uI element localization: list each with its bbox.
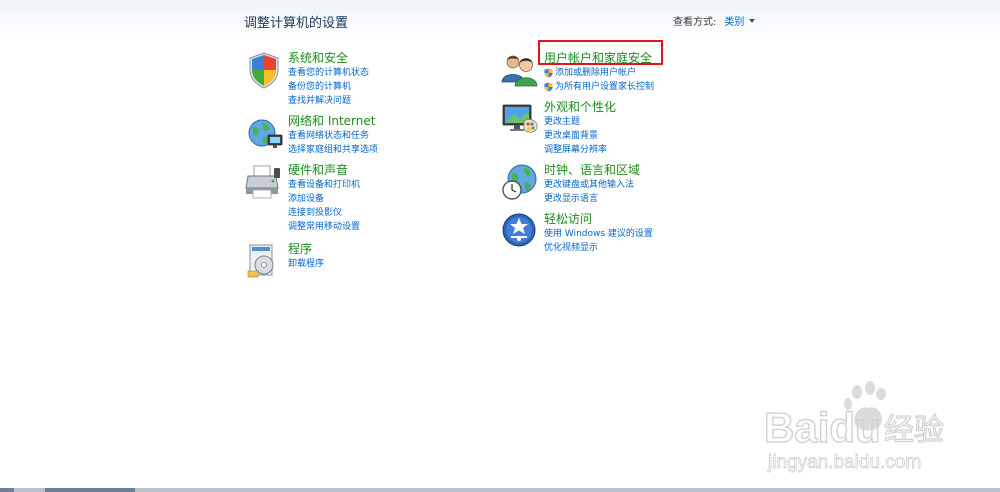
link-mobility-settings[interactable]: 调整常用移动设置 xyxy=(288,220,360,234)
link-parental-controls-label: 为所有用户设置家长控制 xyxy=(555,82,655,92)
ease-of-access-icon[interactable] xyxy=(500,211,540,251)
link-uninstall-program[interactable]: 卸载程序 xyxy=(288,257,324,271)
link-add-remove-accounts-label: 添加或删除用户帐户 xyxy=(555,68,637,78)
link-add-device[interactable]: 添加设备 xyxy=(288,192,360,206)
link-change-desktop-background[interactable]: 更改桌面背景 xyxy=(544,129,616,143)
category-title-ease-of-access[interactable]: 轻松访问 xyxy=(544,211,653,227)
globe-network-icon[interactable] xyxy=(244,113,284,153)
chevron-down-icon xyxy=(749,18,756,23)
category-title-network[interactable]: 网络和 Internet xyxy=(288,113,378,129)
monitor-palette-icon[interactable] xyxy=(500,99,540,139)
link-view-computer-status[interactable]: 查看您的计算机状态 xyxy=(288,66,369,80)
page-title: 调整计算机的设置 xyxy=(244,16,349,31)
watermark-url-text: jingyan.baidu.com xyxy=(767,452,921,473)
view-by: 查看方式: 类别 xyxy=(673,13,756,28)
users-icon[interactable] xyxy=(500,50,540,90)
category-title-programs[interactable]: 程序 xyxy=(288,241,324,257)
clock-globe-icon[interactable] xyxy=(500,162,540,202)
uac-shield-icon xyxy=(544,82,553,92)
link-change-input-method[interactable]: 更改键盘或其他输入法 xyxy=(544,178,640,192)
link-change-display-language[interactable]: 更改显示语言 xyxy=(544,192,640,206)
taskbar-tab[interactable] xyxy=(45,488,135,492)
link-optimize-video-display[interactable]: 优化视频显示 xyxy=(544,241,653,255)
taskbar-start[interactable] xyxy=(0,488,14,492)
link-devices-printers[interactable]: 查看设备和打印机 xyxy=(288,178,360,192)
programs-icon[interactable] xyxy=(244,241,284,281)
link-troubleshoot[interactable]: 查找并解决问题 xyxy=(288,94,369,108)
link-windows-recommended-settings[interactable]: 使用 Windows 建议的设置 xyxy=(544,227,653,241)
link-change-theme[interactable]: 更改主题 xyxy=(544,115,616,129)
baidu-watermark: Baidu 经验 jingyan.baidu.com xyxy=(763,381,945,473)
uac-shield-icon xyxy=(544,68,553,78)
view-by-label: 查看方式: xyxy=(673,17,717,28)
highlight-box xyxy=(538,40,663,65)
category-title-system-security[interactable]: 系统和安全 xyxy=(288,50,369,66)
taskbar-edge xyxy=(0,488,1000,492)
category-title-hardware[interactable]: 硬件和声音 xyxy=(288,162,360,178)
link-add-remove-accounts[interactable]: 添加或删除用户帐户 xyxy=(544,66,654,80)
link-backup-computer[interactable]: 备份您的计算机 xyxy=(288,80,369,94)
link-connect-projector[interactable]: 连接到投影仪 xyxy=(288,206,360,220)
link-parental-controls[interactable]: 为所有用户设置家长控制 xyxy=(544,80,654,94)
link-homegroup-sharing[interactable]: 选择家庭组和共享选项 xyxy=(288,143,378,157)
category-title-appearance[interactable]: 外观和个性化 xyxy=(544,99,616,115)
view-by-value: 类别 xyxy=(724,17,745,28)
header-background xyxy=(0,0,1000,40)
shield-icon[interactable] xyxy=(244,50,284,90)
printer-icon[interactable] xyxy=(244,162,284,202)
watermark-brand-text: Baidu xyxy=(764,404,881,451)
watermark-product-text: 经验 xyxy=(884,413,944,448)
category-title-clock-language-region[interactable]: 时钟、语言和区域 xyxy=(544,162,640,178)
link-adjust-resolution[interactable]: 调整屏幕分辨率 xyxy=(544,143,616,157)
view-by-dropdown[interactable]: 类别 xyxy=(724,13,756,28)
link-network-status[interactable]: 查看网络状态和任务 xyxy=(288,129,378,143)
